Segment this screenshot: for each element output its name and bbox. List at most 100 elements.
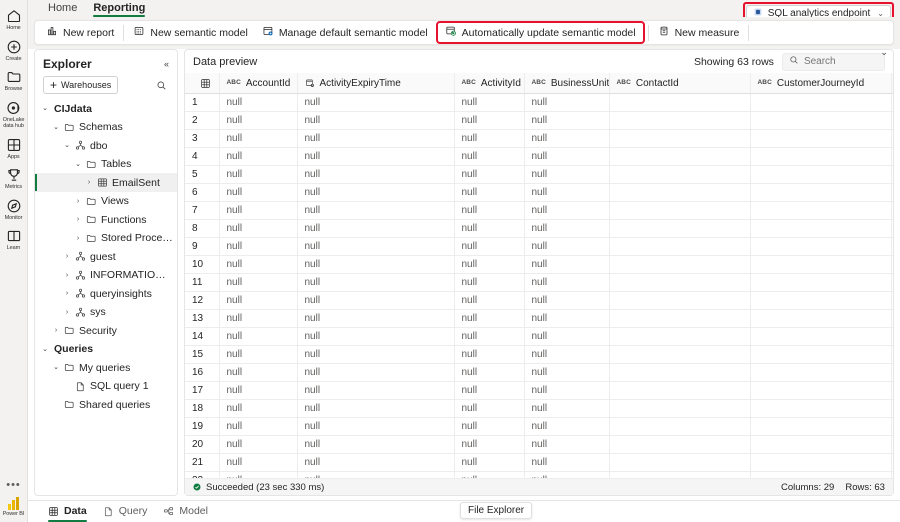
cell-activityexpirytime[interactable]: null: [297, 309, 455, 328]
cell-customerjourney[interactable]: null: [891, 147, 893, 166]
cell-activityexpirytime[interactable]: null: [297, 201, 455, 220]
table-row[interactable]: 4 null null null null null: [185, 147, 893, 166]
bottom-tab-data[interactable]: Data: [40, 502, 95, 522]
table-row[interactable]: 19 null null null null null: [185, 417, 893, 436]
cell-activityid[interactable]: null: [454, 273, 525, 292]
cell-businessunitid[interactable]: null: [524, 93, 610, 112]
cell-contactid[interactable]: [609, 237, 751, 256]
cell-activityid[interactable]: null: [454, 345, 525, 364]
cell-businessunitid[interactable]: null: [524, 255, 610, 274]
table-row[interactable]: 10 null null null null null: [185, 255, 893, 274]
table-row[interactable]: 14 null null null null null: [185, 327, 893, 346]
cell-customerjourney[interactable]: null: [891, 453, 893, 472]
cell-customerjourneyid[interactable]: [750, 345, 892, 364]
cell-activityexpirytime[interactable]: null: [297, 147, 455, 166]
cell-businessunitid[interactable]: null: [524, 147, 610, 166]
cell-activityexpirytime[interactable]: null: [297, 453, 455, 472]
cell-customerjourneyid[interactable]: [750, 309, 892, 328]
cell-contactid[interactable]: [609, 435, 751, 454]
cell-contactid[interactable]: [609, 309, 751, 328]
cell-businessunitid[interactable]: null: [524, 309, 610, 328]
cell-accountid[interactable]: null: [219, 327, 298, 346]
chevron-right-icon[interactable]: ›: [72, 198, 84, 205]
column-header-contactid[interactable]: ABC ContactId: [609, 73, 751, 94]
cell-activityid[interactable]: null: [454, 93, 525, 112]
cell-activityexpirytime[interactable]: null: [297, 219, 455, 238]
cell-contactid[interactable]: [609, 291, 751, 310]
cell-accountid[interactable]: null: [219, 201, 298, 220]
rail-item-metrics[interactable]: Metrics: [0, 163, 28, 194]
cell-accountid[interactable]: null: [219, 381, 298, 400]
cell-accountid[interactable]: null: [219, 147, 298, 166]
cell-customerjourneyid[interactable]: [750, 291, 892, 310]
chevron-right-icon[interactable]: ›: [72, 235, 84, 242]
cell-businessunitid[interactable]: null: [524, 291, 610, 310]
cell-activityexpirytime[interactable]: null: [297, 255, 455, 274]
cell-contactid[interactable]: [609, 345, 751, 364]
cell-contactid[interactable]: [609, 471, 751, 478]
cell-customerjourneyid[interactable]: [750, 453, 892, 472]
cell-customerjourneyid[interactable]: [750, 363, 892, 382]
cell-activityid[interactable]: null: [454, 453, 525, 472]
cell-customerjourneyid[interactable]: [750, 183, 892, 202]
tree-item-my-queries[interactable]: ⌄ My queries: [35, 358, 177, 377]
cell-activityid[interactable]: null: [454, 183, 525, 202]
chevron-right-icon[interactable]: ›: [72, 216, 84, 223]
column-header-customerjourneyid[interactable]: ABC CustomerJourneyId: [750, 73, 892, 94]
cell-activityid[interactable]: null: [454, 309, 525, 328]
cell-activityid[interactable]: null: [454, 291, 525, 310]
cell-activityid[interactable]: null: [454, 237, 525, 256]
cell-customerjourney[interactable]: null: [891, 201, 893, 220]
tree-item-views[interactable]: › Views: [35, 192, 177, 211]
tree-item-sys[interactable]: › sys: [35, 303, 177, 322]
cell-customerjourneyid[interactable]: [750, 255, 892, 274]
cell-businessunitid[interactable]: null: [524, 363, 610, 382]
table-row[interactable]: 18 null null null null null: [185, 399, 893, 418]
cell-contactid[interactable]: [609, 129, 751, 148]
table-row[interactable]: 5 null null null null null: [185, 165, 893, 184]
cell-accountid[interactable]: null: [219, 471, 298, 478]
cell-contactid[interactable]: [609, 201, 751, 220]
cell-businessunitid[interactable]: null: [524, 273, 610, 292]
cell-accountid[interactable]: null: [219, 363, 298, 382]
table-row[interactable]: 9 null null null null null: [185, 237, 893, 256]
cell-accountid[interactable]: null: [219, 237, 298, 256]
cell-activityexpirytime[interactable]: null: [297, 291, 455, 310]
cell-businessunitid[interactable]: null: [524, 219, 610, 238]
cell-customerjourneyid[interactable]: [750, 327, 892, 346]
cell-activityexpirytime[interactable]: null: [297, 363, 455, 382]
cell-accountid[interactable]: null: [219, 93, 298, 112]
tree-item-sql-query-1[interactable]: SQL query 1: [35, 377, 177, 396]
cell-customerjourneyid[interactable]: [750, 219, 892, 238]
cell-contactid[interactable]: [609, 165, 751, 184]
table-row[interactable]: 2 null null null null null: [185, 111, 893, 130]
rail-item-learn[interactable]: Learn: [0, 224, 28, 255]
automatically-update-semantic-model-button[interactable]: Automatically update semantic model: [438, 23, 643, 42]
column-header-accountid[interactable]: ABC AccountId: [219, 73, 298, 94]
cell-activityid[interactable]: null: [454, 435, 525, 454]
cell-businessunitid[interactable]: null: [524, 327, 610, 346]
cell-customerjourney[interactable]: null: [891, 381, 893, 400]
chevron-right-icon[interactable]: ›: [61, 309, 73, 316]
table-row[interactable]: 6 null null null null null: [185, 183, 893, 202]
chevron-down-icon[interactable]: ⌄: [39, 105, 51, 112]
cell-customerjourney[interactable]: null: [891, 327, 893, 346]
cell-activityexpirytime[interactable]: null: [297, 93, 455, 112]
cell-businessunitid[interactable]: null: [524, 471, 610, 478]
cell-accountid[interactable]: null: [219, 273, 298, 292]
collapse-explorer-icon[interactable]: «: [164, 59, 169, 69]
cell-accountid[interactable]: null: [219, 417, 298, 436]
tree-item-information-sche[interactable]: › INFORMATION_SCHE...: [35, 266, 177, 285]
cell-contactid[interactable]: [609, 93, 751, 112]
rail-more-button[interactable]: •••: [6, 473, 21, 497]
cell-customerjourneyid[interactable]: [750, 201, 892, 220]
cell-customerjourneyid[interactable]: [750, 147, 892, 166]
table-row[interactable]: 12 null null null null null: [185, 291, 893, 310]
table-row[interactable]: 22 null null null null null: [185, 471, 893, 478]
table-row[interactable]: 20 null null null null null: [185, 435, 893, 454]
cell-activityid[interactable]: null: [454, 327, 525, 346]
tree-item-shared-queries[interactable]: Shared queries: [35, 395, 177, 414]
cell-contactid[interactable]: [609, 417, 751, 436]
cell-customerjourneyid[interactable]: [750, 165, 892, 184]
cell-customerjourneyid[interactable]: [750, 435, 892, 454]
